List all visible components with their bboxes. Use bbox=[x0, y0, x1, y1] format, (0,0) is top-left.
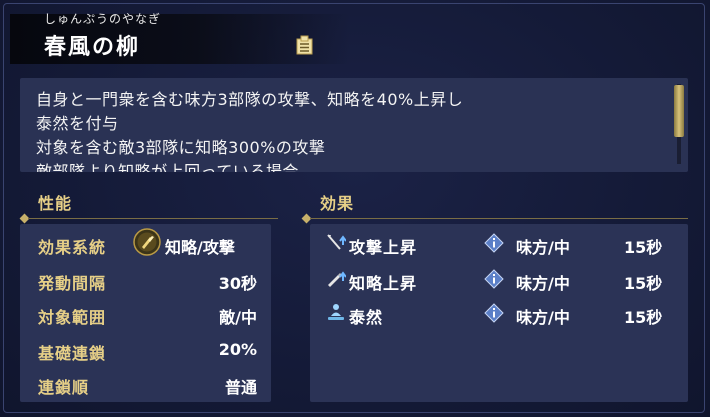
perf-label: 基礎連鎖 bbox=[38, 344, 107, 363]
effect-target: 味方/中 bbox=[516, 238, 570, 257]
document-icon[interactable] bbox=[296, 35, 313, 55]
tactic-title: 春風の柳 bbox=[44, 35, 141, 60]
info-icon[interactable] bbox=[484, 303, 504, 323]
performance-heading: 性能 bbox=[38, 194, 73, 213]
effect-target: 味方/中 bbox=[516, 308, 570, 327]
perf-value: 普通 bbox=[224, 378, 257, 397]
effect-duration: 15秒 bbox=[624, 308, 663, 327]
info-icon[interactable] bbox=[484, 269, 504, 289]
effect-name: 攻撃上昇 bbox=[349, 238, 418, 257]
effect-duration: 15秒 bbox=[624, 238, 663, 257]
section-divider bbox=[310, 218, 688, 219]
perf-value: 知略/攻撃 bbox=[165, 238, 235, 257]
description-line: 自身と一門衆を含む味方3部隊の攻撃、知略を40%上昇し bbox=[36, 90, 464, 109]
description-box[interactable]: 自身と一門衆を含む味方3部隊の攻撃、知略を40%上昇し 泰然を付与 対象を含む敵… bbox=[20, 78, 688, 172]
perf-value: 敵/中 bbox=[219, 308, 257, 327]
perf-value: 20% bbox=[218, 340, 257, 359]
perf-label: 連鎖順 bbox=[38, 378, 90, 397]
scrollbar-thumb[interactable] bbox=[674, 85, 684, 137]
effect-name: 泰然 bbox=[349, 308, 384, 327]
description-line: 対象を含む敵3部隊に知略300%の攻撃 bbox=[36, 138, 326, 157]
description-line: 敵部隊より知略が上回っている場合 bbox=[36, 162, 299, 172]
perf-label: 効果系統 bbox=[38, 238, 107, 257]
info-icon[interactable] bbox=[484, 233, 504, 253]
perf-value: 30秒 bbox=[218, 274, 257, 293]
effects-heading: 効果 bbox=[320, 194, 355, 213]
strategy-type-icon bbox=[133, 228, 161, 256]
attack-up-icon bbox=[327, 234, 346, 250]
description-line: 泰然を付与 bbox=[36, 114, 119, 133]
title-furigana: しゅんぷうのやなぎ bbox=[44, 12, 162, 26]
perf-label: 発動間隔 bbox=[38, 274, 107, 293]
perf-label: 対象範囲 bbox=[38, 308, 107, 327]
intellect-up-icon bbox=[328, 271, 346, 287]
effect-name: 知略上昇 bbox=[349, 274, 418, 293]
section-divider bbox=[28, 218, 278, 219]
effect-target: 味方/中 bbox=[516, 274, 570, 293]
composure-icon bbox=[328, 304, 344, 320]
effect-duration: 15秒 bbox=[624, 274, 663, 293]
